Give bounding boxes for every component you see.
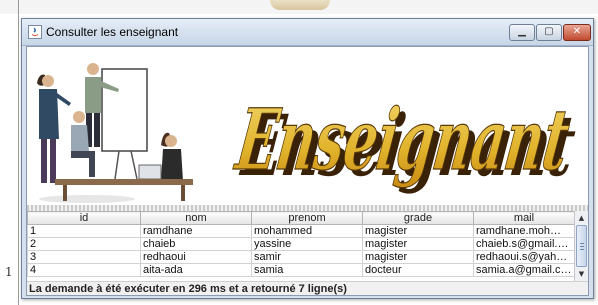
scroll-up-arrow-icon[interactable]: ▲ <box>575 212 588 224</box>
cell-id[interactable]: 1 <box>27 224 141 238</box>
close-icon: ✕ <box>572 26 582 37</box>
cell-id[interactable]: 2 <box>27 237 141 251</box>
cell-prenom[interactable]: mohammed <box>251 224 363 238</box>
banner: Enseignant Enseignant <box>27 47 588 205</box>
table-row[interactable]: 2 chaieb yassine magister chaieb.s@gmail… <box>27 237 575 251</box>
window-title: Consulter les enseignant <box>46 25 179 39</box>
teachers-table: id nom prenom grade mail 1 ramdhane moha… <box>27 211 575 277</box>
cell-nom[interactable]: redhaoui <box>140 250 252 264</box>
teachers-meeting-illustration <box>37 63 193 203</box>
cell-prenom[interactable]: samia <box>251 263 363 277</box>
cell-grade[interactable]: docteur <box>362 263 474 277</box>
table-header-row: id nom prenom grade mail <box>27 211 575 225</box>
column-header-nom[interactable]: nom <box>140 211 252 225</box>
status-bar-message: La demande à été exécuter en 296 ms et a… <box>27 281 588 295</box>
cell-mail[interactable]: ramdhane.moh@h... <box>473 224 575 238</box>
background-divider <box>18 0 19 305</box>
cell-mail[interactable]: samia.a@gmail.com <box>473 263 575 277</box>
cell-prenom[interactable]: samir <box>251 250 363 264</box>
column-header-prenom[interactable]: prenom <box>251 211 363 225</box>
table-row[interactable]: 1 ramdhane mohammed magister ramdhane.mo… <box>27 224 575 238</box>
close-button[interactable]: ✕ <box>563 24 591 41</box>
cell-grade[interactable]: magister <box>362 250 474 264</box>
background-strip <box>0 0 598 14</box>
title-bar[interactable]: Consulter les enseignant ▁ ▢ ✕ <box>22 19 593 46</box>
column-header-id[interactable]: id <box>27 211 141 225</box>
table-row[interactable]: 3 redhaoui samir magister redhaoui.s@yah… <box>27 250 575 264</box>
cell-nom[interactable]: ramdhane <box>140 224 252 238</box>
cell-id[interactable]: 4 <box>27 263 141 277</box>
window-content: Enseignant Enseignant id nom prenom grad… <box>26 46 589 296</box>
minimize-icon: ▁ <box>518 26 526 37</box>
cell-id[interactable]: 3 <box>27 250 141 264</box>
background-fragment <box>270 0 330 10</box>
banner-title: Enseignant <box>230 90 575 189</box>
teachers-table-container: id nom prenom grade mail 1 ramdhane moha… <box>27 211 588 281</box>
maximize-icon: ▢ <box>544 26 554 37</box>
background-text: 1 <box>5 265 13 279</box>
column-header-mail[interactable]: mail <box>473 211 575 225</box>
scroll-down-arrow-icon[interactable]: ▼ <box>575 268 588 280</box>
cell-grade[interactable]: magister <box>362 224 474 238</box>
cell-nom[interactable]: aita-ada <box>140 263 252 277</box>
maximize-button[interactable]: ▢ <box>536 24 562 41</box>
minimize-button[interactable]: ▁ <box>509 24 535 41</box>
java-app-icon <box>28 25 42 39</box>
scrollbar-thumb[interactable] <box>576 225 587 267</box>
banner-title-art: Enseignant Enseignant <box>229 90 581 195</box>
cell-nom[interactable]: chaieb <box>140 237 252 251</box>
table-row[interactable]: 4 aita-ada samia docteur samia.a@gmail.c… <box>27 263 575 277</box>
cell-grade[interactable]: magister <box>362 237 474 251</box>
column-header-grade[interactable]: grade <box>362 211 474 225</box>
cell-prenom[interactable]: yassine <box>251 237 363 251</box>
consulter-enseignant-window: Consulter les enseignant ▁ ▢ ✕ Enseignan… <box>21 18 594 299</box>
cell-mail[interactable]: chaieb.s@gmail.co... <box>473 237 575 251</box>
table-vertical-scrollbar[interactable]: ▲ ▼ <box>574 211 588 281</box>
cell-mail[interactable]: redhaoui.s@yahoo.fr <box>473 250 575 264</box>
